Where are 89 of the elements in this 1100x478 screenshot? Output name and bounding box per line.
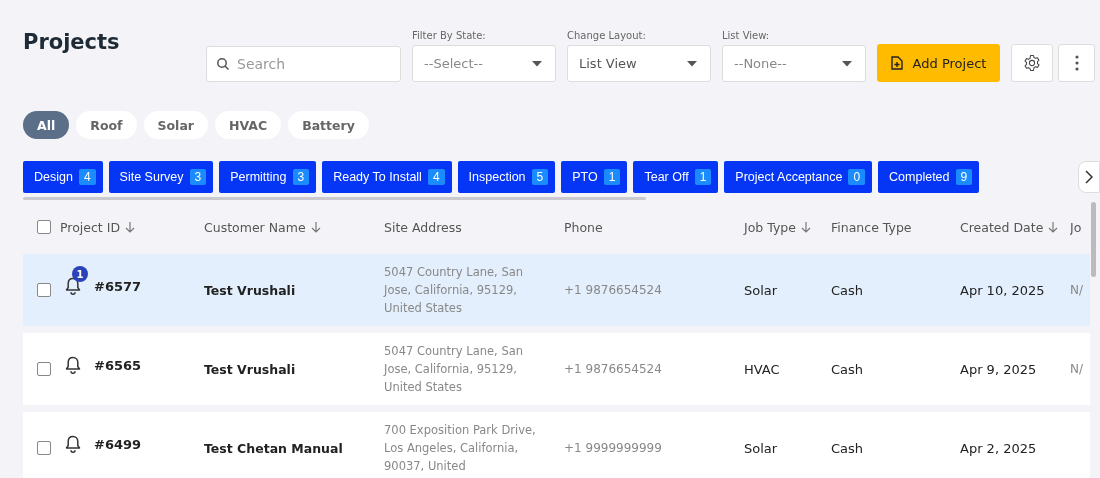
next-button[interactable] bbox=[1078, 161, 1100, 193]
search-field[interactable]: Search bbox=[206, 46, 401, 82]
file-plus-icon bbox=[890, 56, 903, 70]
column-header[interactable]: Phone bbox=[564, 219, 603, 235]
stage-tab[interactable]: Permitting 3 bbox=[219, 161, 317, 193]
column-header[interactable]: Site Address bbox=[384, 219, 462, 235]
stage-tab[interactable]: Design 4 bbox=[23, 161, 103, 193]
scrollbar[interactable] bbox=[1091, 202, 1096, 277]
row-checkbox[interactable] bbox=[37, 283, 51, 297]
select-all-checkbox[interactable] bbox=[37, 220, 51, 234]
bell-icon[interactable] bbox=[65, 277, 81, 295]
notification-badge: 1 bbox=[72, 266, 88, 282]
count-badge: 5 bbox=[531, 169, 549, 185]
category-chip[interactable]: HVAC bbox=[215, 111, 282, 139]
scrollbar[interactable] bbox=[23, 197, 646, 200]
table-cell-text: Apr 10, 2025 bbox=[960, 282, 1046, 298]
table-cell-text: Cash bbox=[831, 361, 865, 377]
table-cell-text: Cash bbox=[831, 440, 865, 456]
project-id[interactable]: #6565 bbox=[94, 357, 142, 373]
column-header[interactable]: Project ID bbox=[60, 219, 121, 235]
dropdown-label: List View: bbox=[722, 30, 771, 41]
dropdown[interactable]: List View bbox=[567, 45, 711, 82]
sort-arrow-icon[interactable] bbox=[1048, 221, 1059, 233]
category-chip[interactable]: All bbox=[23, 111, 70, 139]
chevron-right-icon bbox=[1085, 170, 1093, 184]
table-cell-text: +1 9876654524 bbox=[564, 362, 663, 376]
table-row[interactable]: 1 #6577 Test Vrushali 5047 Country Lane, San Jose, California, 95129, United States +1 9876654524 Solar Cash Apr 10, 2025 N/ bbox=[23, 254, 1090, 326]
count-badge: 1 bbox=[603, 169, 621, 185]
page-title: Projects bbox=[23, 29, 121, 54]
dropdown[interactable]: --None-- bbox=[722, 45, 866, 82]
column-header[interactable]: Customer Name bbox=[204, 219, 306, 235]
table-cell-text: Test Vrushali bbox=[204, 361, 297, 377]
category-chip[interactable]: Roof bbox=[76, 111, 137, 139]
stage-tab[interactable]: Site Survey 3 bbox=[108, 161, 214, 193]
caret-icon bbox=[532, 60, 542, 67]
sort-arrow-icon[interactable] bbox=[310, 221, 321, 233]
table-cell-text: Apr 2, 2025 bbox=[960, 440, 1038, 456]
table-cell-text: Solar bbox=[744, 282, 779, 298]
count-badge: 4 bbox=[78, 169, 96, 185]
table-cell-text: +1 9876654524 bbox=[564, 283, 663, 297]
column-header[interactable]: Job Type bbox=[744, 219, 796, 235]
sort-arrow-icon[interactable] bbox=[800, 221, 811, 233]
table-cell-text: Cash bbox=[831, 282, 865, 298]
table-row[interactable]: #6565 Test Vrushali 5047 Country Lane, San Jose, California, 95129, United States +1 9876654524 HVAC Cash Apr 9, 2025 N/ bbox=[23, 333, 1090, 405]
count-badge: 9 bbox=[955, 169, 973, 185]
stage-tab[interactable]: Ready To Install 4 bbox=[322, 161, 452, 193]
table-cell-text: HVAC bbox=[744, 361, 781, 377]
table-cell-text: Apr 9, 2025 bbox=[960, 361, 1038, 377]
more-icon bbox=[1074, 55, 1079, 71]
count-badge: 1 bbox=[694, 169, 712, 185]
bell-icon[interactable] bbox=[65, 435, 81, 453]
table-cell-text: 700 Exposition Park Drive, Los Angeles, California, 90037, United bbox=[384, 422, 537, 475]
column-header[interactable]: Finance Type bbox=[831, 219, 912, 235]
category-chip[interactable]: Solar bbox=[143, 111, 208, 139]
count-badge: 4 bbox=[427, 169, 445, 185]
table-cell-text: 5047 Country Lane, San Jose, California, 95129, United States bbox=[384, 264, 525, 317]
settings-button[interactable] bbox=[1011, 44, 1053, 82]
count-badge: 3 bbox=[292, 169, 310, 185]
table-cell-text: 5047 Country Lane, San Jose, California, 95129, United States bbox=[384, 343, 525, 396]
table-cell-text: Solar bbox=[744, 440, 779, 456]
table-cell-text: Test Chetan Manual bbox=[204, 440, 344, 456]
bell-icon[interactable] bbox=[65, 356, 81, 374]
dropdown[interactable]: --Select-- bbox=[412, 45, 556, 82]
table-cell-text: N/ bbox=[1070, 283, 1085, 297]
stage-tab[interactable]: Completed 9 bbox=[878, 161, 980, 193]
caret-icon bbox=[842, 60, 852, 67]
count-badge: 3 bbox=[189, 169, 207, 185]
project-id[interactable]: #6499 bbox=[94, 436, 142, 452]
stage-tab[interactable]: PTO 1 bbox=[561, 161, 628, 193]
dropdown-label: Filter By State: bbox=[412, 30, 487, 41]
add-project-button[interactable]: Add Project bbox=[877, 44, 1000, 82]
project-id[interactable]: #6577 bbox=[94, 278, 142, 294]
count-badge: 0 bbox=[848, 169, 866, 185]
row-checkbox[interactable] bbox=[37, 362, 51, 376]
table-cell-text: Test Vrushali bbox=[204, 282, 297, 298]
stage-tab[interactable]: Tear Off 1 bbox=[633, 161, 719, 193]
table-cell-text: N/ bbox=[1070, 362, 1085, 376]
category-chip[interactable]: Battery bbox=[288, 111, 369, 139]
sort-arrow-icon[interactable] bbox=[125, 221, 136, 233]
table-cell-text: +1 9999999999 bbox=[564, 441, 663, 455]
stage-tab[interactable]: Inspection 5 bbox=[457, 161, 556, 193]
row-checkbox[interactable] bbox=[37, 441, 51, 455]
column-header[interactable]: Jo bbox=[1070, 219, 1082, 235]
column-header[interactable]: Created Date bbox=[960, 219, 1044, 235]
caret-icon bbox=[687, 60, 697, 67]
dropdown-label: Change Layout: bbox=[567, 30, 647, 41]
stage-tab[interactable]: Project Acceptance 0 bbox=[724, 161, 873, 193]
table-row[interactable]: #6499 Test Chetan Manual 700 Exposition Park Drive, Los Angeles, California, 90037, United +1 9999999999 Solar Cash Apr 2, 2025 bbox=[23, 412, 1090, 478]
settings-icon bbox=[1023, 54, 1041, 72]
